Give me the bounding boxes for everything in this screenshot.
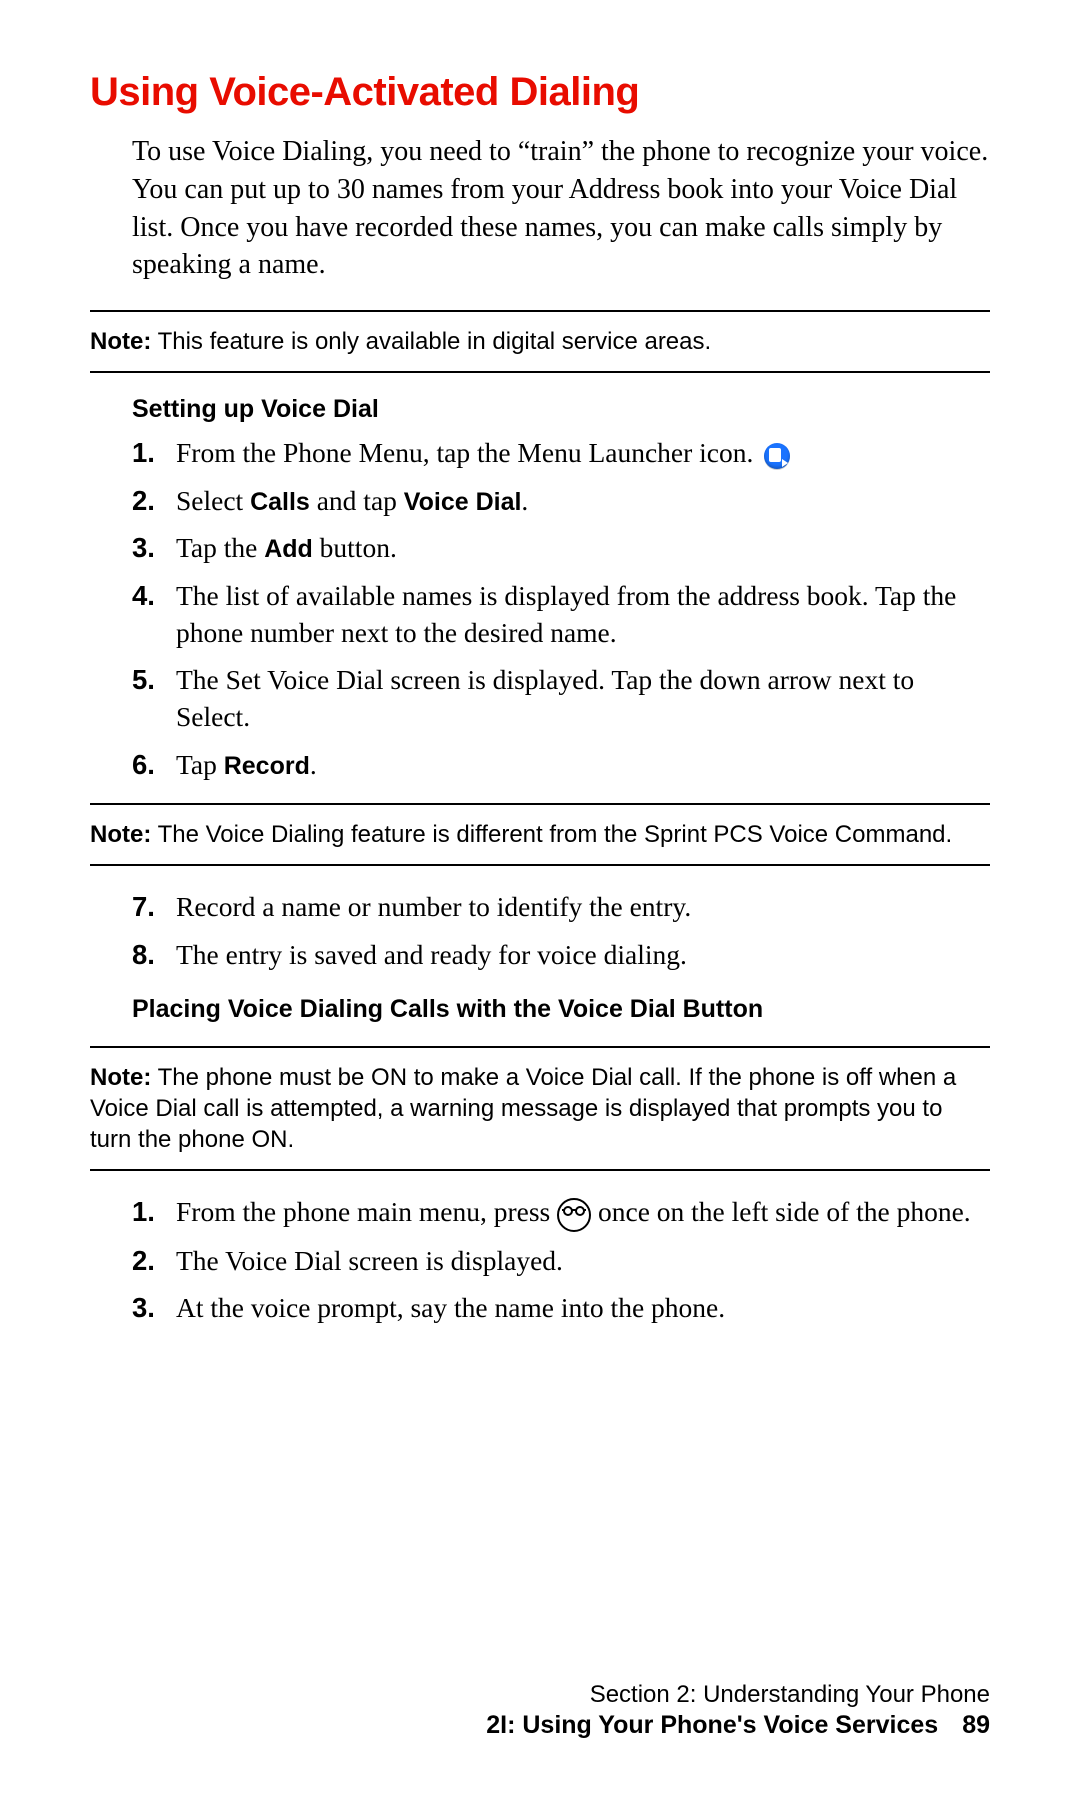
- step: 1. From the phone main menu, press once …: [132, 1193, 990, 1232]
- step-number: 3.: [132, 1289, 176, 1326]
- step-number: 8.: [132, 936, 176, 973]
- steps-setup: 1. From the Phone Menu, tap the Menu Lau…: [132, 434, 990, 783]
- intro-paragraph: To use Voice Dialing, you need to “train…: [132, 133, 990, 284]
- step: 4. The list of available names is displa…: [132, 577, 990, 651]
- subheading-placing-calls: Placing Voice Dialing Calls with the Voi…: [132, 995, 990, 1024]
- step: 7. Record a name or number to identify t…: [132, 888, 990, 925]
- step: 3. Tap the Add button.: [132, 529, 990, 567]
- step: 5. The Set Voice Dial screen is displaye…: [132, 661, 990, 735]
- step: 3. At the voice prompt, say the name int…: [132, 1289, 990, 1326]
- step-text: Select Calls and tap Voice Dial.: [176, 482, 528, 520]
- divider: [90, 310, 990, 312]
- step-text: At the voice prompt, say the name into t…: [176, 1289, 725, 1326]
- steps-placing-calls: 1. From the phone main menu, press once …: [132, 1193, 990, 1326]
- note-text: This feature is only available in digita…: [151, 328, 711, 355]
- note-label: Note:: [90, 328, 151, 355]
- step-number: 6.: [132, 746, 176, 784]
- page-number: 89: [962, 1711, 990, 1739]
- divider: [90, 1169, 990, 1171]
- step-text: From the Phone Menu, tap the Menu Launch…: [176, 434, 790, 471]
- note-label: Note:: [90, 1064, 151, 1091]
- step-number: 5.: [132, 661, 176, 735]
- page-footer: Section 2: Understanding Your Phone 2I: …: [90, 1681, 990, 1740]
- step-text: Tap Record.: [176, 746, 317, 784]
- step-text: The list of available names is displayed…: [176, 577, 990, 651]
- note-digital-area: Note: This feature is only available in …: [90, 326, 990, 357]
- step-number: 2.: [132, 482, 176, 520]
- step-text: Record a name or number to identify the …: [176, 888, 691, 925]
- divider: [90, 1046, 990, 1048]
- footer-section: Section 2: Understanding Your Phone: [90, 1681, 990, 1709]
- step: 2. The Voice Dial screen is displayed.: [132, 1242, 990, 1279]
- footer-chapter: 2I: Using Your Phone's Voice Services89: [90, 1711, 990, 1740]
- step: 1. From the Phone Menu, tap the Menu Lau…: [132, 434, 990, 471]
- step-number: 2.: [132, 1242, 176, 1279]
- subheading-setup: Setting up Voice Dial: [132, 395, 990, 424]
- note-text: The Voice Dialing feature is different f…: [151, 821, 952, 848]
- divider: [90, 864, 990, 866]
- step-text: Tap the Add button.: [176, 529, 397, 567]
- step-number: 1.: [132, 1193, 176, 1232]
- step: 8. The entry is saved and ready for voic…: [132, 936, 990, 973]
- divider: [90, 371, 990, 373]
- note-different-feature: Note: The Voice Dialing feature is diffe…: [90, 819, 990, 850]
- note-label: Note:: [90, 821, 151, 848]
- manual-page: Using Voice-Activated Dialing To use Voi…: [0, 0, 1080, 1800]
- step-text: The Voice Dial screen is displayed.: [176, 1242, 563, 1279]
- note-phone-on: Note: The phone must be ON to make a Voi…: [90, 1062, 990, 1156]
- step-number: 4.: [132, 577, 176, 651]
- step-text: The entry is saved and ready for voice d…: [176, 936, 687, 973]
- note-text: The phone must be ON to make a Voice Dia…: [90, 1064, 956, 1153]
- step-number: 3.: [132, 529, 176, 567]
- step-number: 7.: [132, 888, 176, 925]
- step-text: From the phone main menu, press once on …: [176, 1193, 971, 1232]
- step: 6. Tap Record.: [132, 746, 990, 784]
- step: 2. Select Calls and tap Voice Dial.: [132, 482, 990, 520]
- page-title: Using Voice-Activated Dialing: [90, 70, 990, 115]
- voice-dial-button-icon: [557, 1198, 591, 1232]
- menu-launcher-icon: [764, 443, 790, 469]
- divider: [90, 803, 990, 805]
- step-text: The Set Voice Dial screen is displayed. …: [176, 661, 990, 735]
- steps-setup-continued: 7. Record a name or number to identify t…: [132, 888, 990, 972]
- step-number: 1.: [132, 434, 176, 471]
